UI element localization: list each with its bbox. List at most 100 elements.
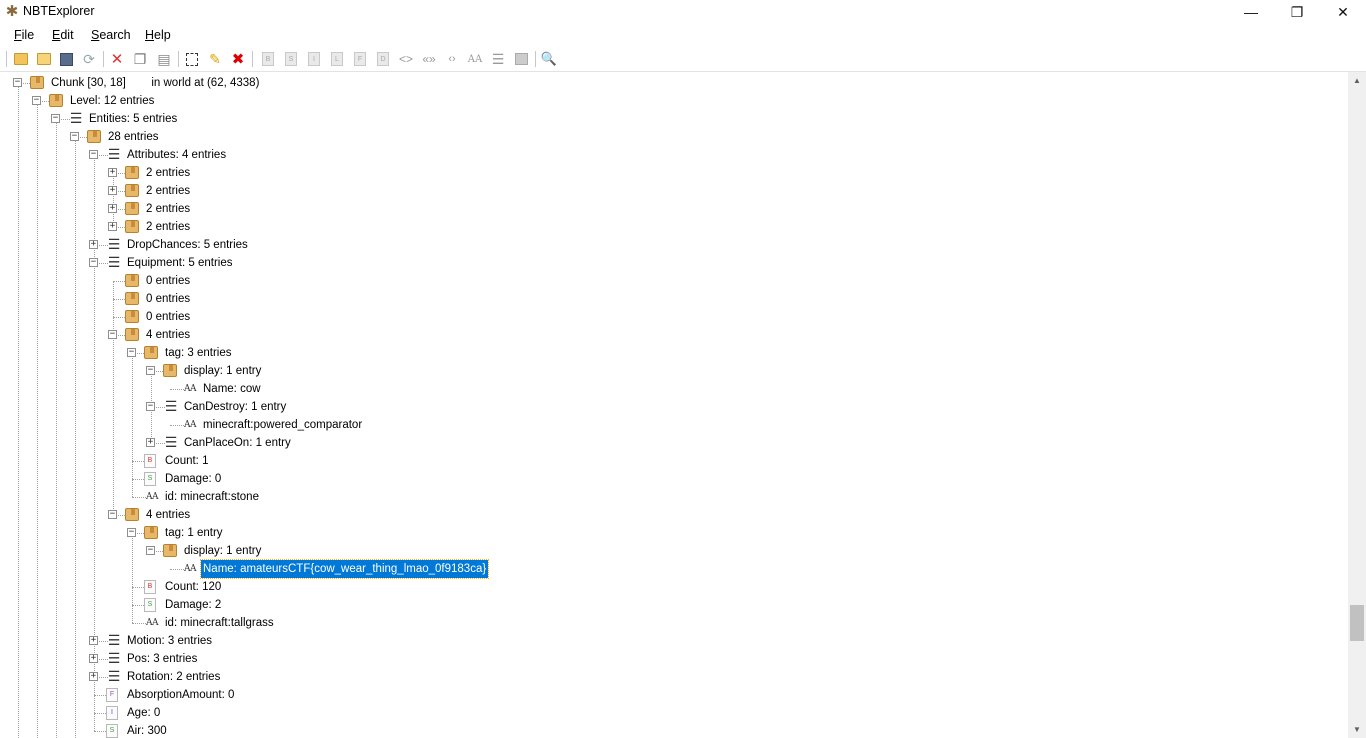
tree-node[interactable]: AA minecraft:powered_comparator xyxy=(0,416,1340,434)
tree-node[interactable]: AA Name: cow xyxy=(0,380,1340,398)
tree-node[interactable]: F AbsorptionAmount: 0 xyxy=(0,686,1340,704)
collapse-toggle-icon[interactable]: − xyxy=(108,510,117,519)
expand-toggle-icon[interactable]: + xyxy=(108,186,117,195)
tree-node[interactable]: + ☰ Motion: 3 entries xyxy=(0,632,1340,650)
add-double-button[interactable]: D xyxy=(374,50,392,68)
tree-node[interactable]: + ☰ Pos: 3 entries xyxy=(0,650,1340,668)
vertical-scrollbar[interactable]: ▲ ▼ xyxy=(1348,72,1366,738)
expand-toggle-icon[interactable]: + xyxy=(146,438,155,447)
collapse-toggle-icon[interactable]: − xyxy=(32,96,41,105)
tree-node-label: Equipment: 5 entries xyxy=(127,257,233,269)
collapse-toggle-icon[interactable]: − xyxy=(89,258,98,267)
collapse-toggle-icon[interactable]: − xyxy=(13,78,22,87)
tree-node[interactable]: 0 entries xyxy=(0,272,1340,290)
edit-button[interactable]: ✎ xyxy=(206,50,224,68)
add-short-button[interactable]: S xyxy=(282,50,300,68)
tree-node[interactable]: − 28 entries xyxy=(0,128,1340,146)
menu-file[interactable]: File xyxy=(14,28,34,42)
collapse-toggle-icon[interactable]: − xyxy=(127,528,136,537)
save-button[interactable] xyxy=(57,50,75,68)
tree-node[interactable]: − 4 entries xyxy=(0,506,1340,524)
tree-node[interactable]: S Air: 300 xyxy=(0,722,1340,738)
delete-button[interactable]: ✖ xyxy=(229,50,247,68)
tree-node[interactable]: +2 entries xyxy=(0,218,1340,236)
tree-node[interactable]: B Count: 120 xyxy=(0,578,1340,596)
close-button[interactable]: ✕ xyxy=(1320,0,1366,24)
tree-node[interactable]: − ☰ Attributes: 4 entries xyxy=(0,146,1340,164)
menu-help[interactable]: Help xyxy=(145,28,171,42)
tree-node[interactable]: − display: 1 entry xyxy=(0,542,1340,560)
collapse-toggle-icon[interactable]: − xyxy=(146,546,155,555)
minimize-button[interactable]: — xyxy=(1228,0,1274,24)
nbt-tree-view[interactable]: − Chunk [30, 18] in world at (62, 4338) − L… xyxy=(0,72,1348,738)
open-file-button[interactable] xyxy=(12,50,30,68)
add-compound-button[interactable] xyxy=(512,50,530,68)
scroll-thumb[interactable] xyxy=(1350,605,1364,641)
collapse-toggle-icon[interactable]: − xyxy=(127,348,136,357)
collapse-toggle-icon[interactable]: − xyxy=(146,366,155,375)
add-byte-array-button[interactable]: <> xyxy=(397,50,415,68)
scroll-down-arrow[interactable]: ▼ xyxy=(1348,721,1366,738)
tree-node[interactable]: − ☰ CanDestroy: 1 entry xyxy=(0,398,1340,416)
add-int-array-button[interactable]: «» xyxy=(420,50,438,68)
scroll-up-arrow[interactable]: ▲ xyxy=(1348,72,1366,89)
add-string-button[interactable]: AA xyxy=(466,50,484,68)
tree-node[interactable]: + ☰ Rotation: 2 entries xyxy=(0,668,1340,686)
toolbar-separator xyxy=(178,51,179,67)
collapse-toggle-icon[interactable]: − xyxy=(108,330,117,339)
add-list-button[interactable]: ☰ xyxy=(489,50,507,68)
menu-edit[interactable]: Edit xyxy=(52,28,74,42)
menu-search[interactable]: Search xyxy=(91,28,131,42)
tree-node[interactable]: − Level: 12 entries xyxy=(0,92,1340,110)
tree-node[interactable]: I Age: 0 xyxy=(0,704,1340,722)
expand-toggle-icon[interactable]: + xyxy=(108,204,117,213)
expand-toggle-icon[interactable]: + xyxy=(89,654,98,663)
tree-node[interactable]: − display: 1 entry xyxy=(0,362,1340,380)
tree-node[interactable]: − 4 entries xyxy=(0,326,1340,344)
tree-node[interactable]: S Damage: 0 xyxy=(0,470,1340,488)
tree-node[interactable]: − ☰ Entities: 5 entries xyxy=(0,110,1340,128)
open-folder-button[interactable] xyxy=(35,50,53,68)
tree-node[interactable]: − Chunk [30, 18] in world at (62, 4338) xyxy=(0,74,1340,92)
tree-node[interactable]: − tag: 1 entry xyxy=(0,524,1340,542)
add-float-button[interactable]: F xyxy=(351,50,369,68)
collapse-toggle-icon[interactable]: − xyxy=(51,114,60,123)
refresh-button[interactable]: ⟳ xyxy=(80,50,98,68)
tree-node[interactable]: +2 entries xyxy=(0,182,1340,200)
compound-tag-icon xyxy=(30,76,44,89)
add-int-array-icon: «» xyxy=(422,52,436,66)
tree-node[interactable]: 0 entries xyxy=(0,308,1340,326)
tree-node[interactable]: + ☰ CanPlaceOn: 1 entry xyxy=(0,434,1340,452)
collapse-toggle-icon[interactable]: − xyxy=(70,132,79,141)
add-byte-button[interactable]: B xyxy=(259,50,277,68)
add-int-button[interactable]: I xyxy=(305,50,323,68)
paste-button[interactable]: ▤ xyxy=(155,50,173,68)
tree-node-label: tag: 1 entry xyxy=(165,527,223,539)
cut-button[interactable]: ✕ xyxy=(108,50,126,68)
expand-toggle-icon[interactable]: + xyxy=(89,240,98,249)
collapse-toggle-icon[interactable]: − xyxy=(146,402,155,411)
tree-node[interactable]: AA id: minecraft:tallgrass xyxy=(0,614,1340,632)
collapse-toggle-icon[interactable]: − xyxy=(89,150,98,159)
compound-tag-icon xyxy=(125,508,139,521)
tree-node[interactable]: AA Name: amateursCTF{cow_wear_thing_lmao_… xyxy=(0,559,1340,579)
tree-node[interactable]: S Damage: 2 xyxy=(0,596,1340,614)
tree-node[interactable]: AA id: minecraft:stone xyxy=(0,488,1340,506)
tree-node[interactable]: +2 entries xyxy=(0,200,1340,218)
copy-button[interactable]: ❐ xyxy=(131,50,149,68)
restore-button[interactable]: ❐ xyxy=(1274,0,1320,24)
tree-node[interactable]: − ☰ Equipment: 5 entries xyxy=(0,254,1340,272)
expand-toggle-icon[interactable]: + xyxy=(89,636,98,645)
expand-toggle-icon[interactable]: + xyxy=(89,672,98,681)
expand-toggle-icon[interactable]: + xyxy=(108,222,117,231)
tree-node[interactable]: 0 entries xyxy=(0,290,1340,308)
find-button[interactable]: 🔍 xyxy=(540,50,558,68)
add-long-array-button[interactable]: ‹› xyxy=(443,50,461,68)
tree-node[interactable]: +2 entries xyxy=(0,164,1340,182)
tree-node[interactable]: − tag: 3 entries xyxy=(0,344,1340,362)
rename-button[interactable] xyxy=(183,50,201,68)
tree-node[interactable]: + ☰ DropChances: 5 entries xyxy=(0,236,1340,254)
expand-toggle-icon[interactable]: + xyxy=(108,168,117,177)
add-long-button[interactable]: L xyxy=(328,50,346,68)
tree-node[interactable]: B Count: 1 xyxy=(0,452,1340,470)
